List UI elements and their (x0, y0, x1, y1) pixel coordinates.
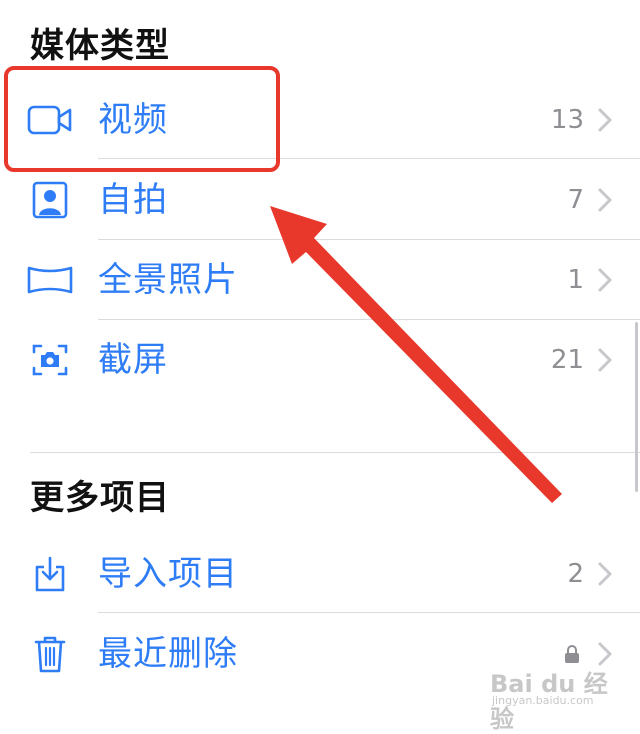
list-item-panoramas[interactable]: 全景照片 1 (0, 240, 640, 320)
screenshot-icon (26, 338, 74, 382)
section-divider (30, 452, 640, 453)
chevron-right-icon (598, 108, 612, 132)
list-item-label: 最近删除 (98, 634, 238, 674)
list-item-label: 自拍 (98, 180, 168, 220)
divider (98, 612, 640, 613)
selfie-portrait-icon (26, 178, 74, 222)
list-item-imports[interactable]: 导入项目 2 (0, 534, 640, 614)
section-title-more-items: 更多项目 (30, 478, 170, 518)
chevron-right-icon (598, 188, 612, 212)
item-count: 2 (567, 559, 584, 589)
annotation-highlight-box (4, 66, 280, 172)
chevron-right-icon (598, 268, 612, 292)
scrollbar[interactable] (635, 322, 638, 492)
item-count: 7 (567, 185, 584, 215)
list-item-selfies[interactable]: 自拍 7 (0, 160, 640, 240)
item-count: 1 (567, 265, 584, 295)
section-title-media-types: 媒体类型 (30, 26, 170, 66)
panorama-icon (26, 258, 74, 302)
item-count: 21 (550, 345, 584, 375)
trash-icon (26, 632, 74, 676)
item-count: 13 (550, 105, 584, 135)
watermark: Bai du 经验 jingyan.baidu.com (490, 662, 610, 733)
list-item-label: 导入项目 (98, 554, 238, 594)
chevron-right-icon (598, 348, 612, 372)
watermark-url: jingyan.baidu.com (492, 694, 594, 707)
lock-icon (565, 645, 579, 663)
chevron-right-icon (598, 562, 612, 586)
list-item-screenshots[interactable]: 截屏 21 (0, 320, 640, 400)
list-item-label: 截屏 (98, 340, 168, 380)
import-tray-icon (26, 552, 74, 596)
list-item-label: 全景照片 (98, 260, 238, 300)
